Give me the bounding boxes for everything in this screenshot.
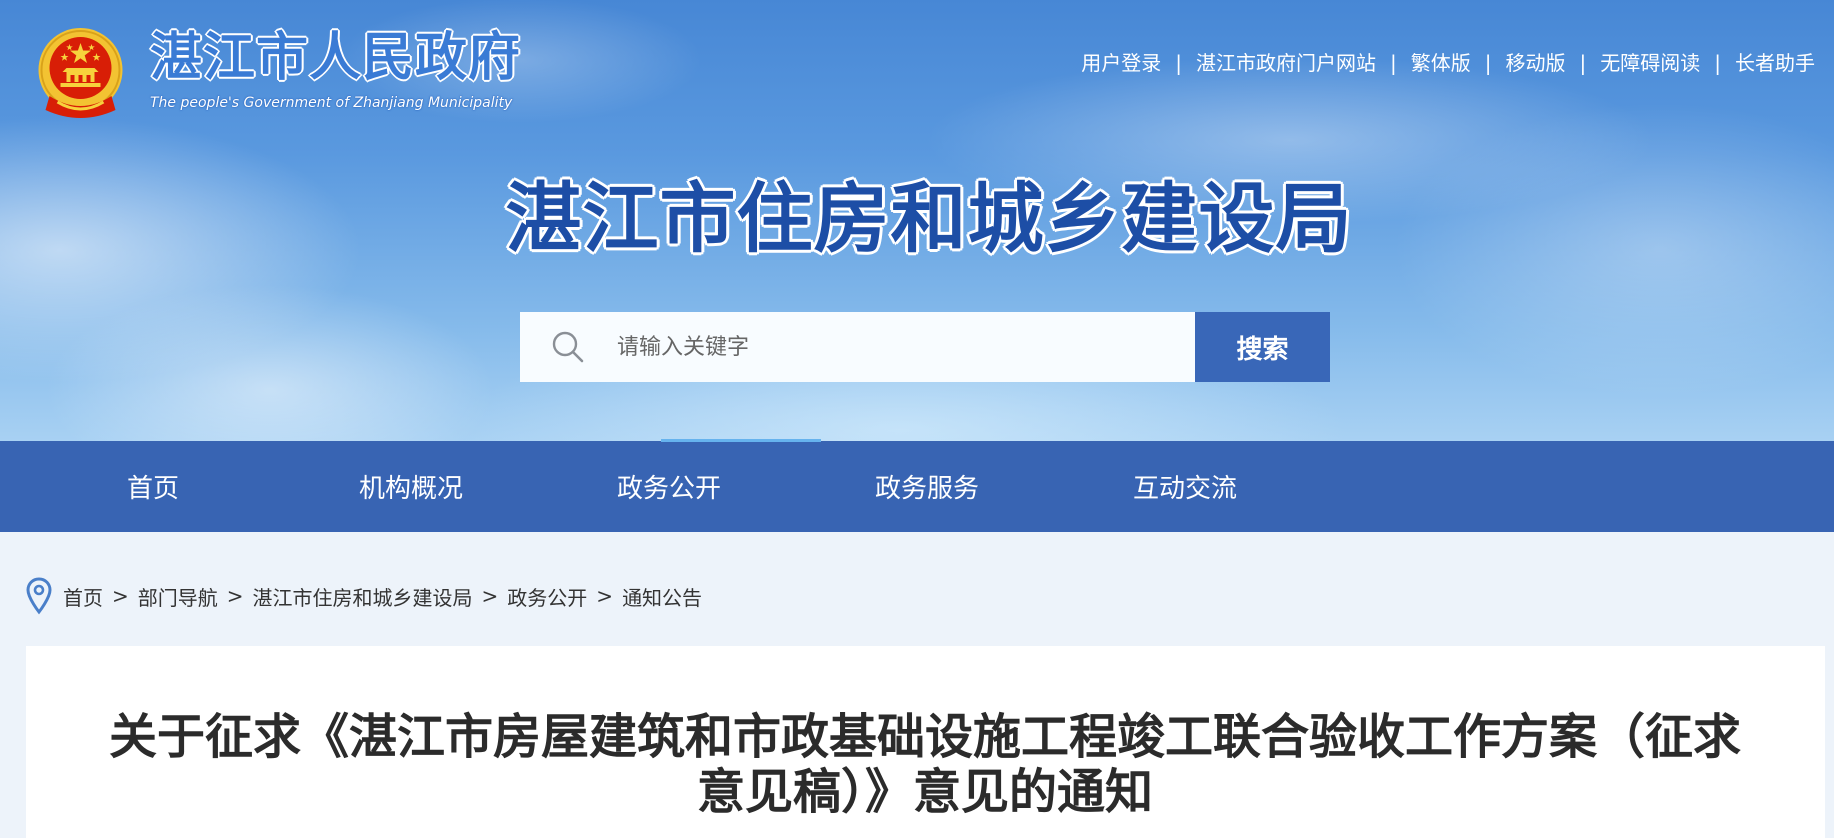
- login-link[interactable]: 用户登录: [1081, 50, 1161, 76]
- search-icon: [552, 331, 584, 363]
- national-emblem-icon[interactable]: [35, 26, 126, 121]
- link-separator: |: [1390, 51, 1397, 75]
- traditional-chinese-link[interactable]: 繁体版: [1411, 50, 1471, 76]
- article-title: 关于征求《湛江市房屋建筑和市政基础设施工程竣工联合验收工作方案（征求意见稿）》意…: [108, 709, 1741, 820]
- nav-item-interaction[interactable]: 互动交流: [1056, 441, 1314, 532]
- content-panel: 关于征求《湛江市房屋建筑和市政基础设施工程竣工联合验收工作方案（征求意见稿）》意…: [26, 646, 1825, 838]
- location-pin-icon: [26, 577, 52, 615]
- city-portal-link[interactable]: 湛江市政府门户网站: [1196, 50, 1376, 76]
- nav-active-indicator: [661, 439, 821, 442]
- breadcrumb-notices[interactable]: 通知公告: [622, 582, 702, 611]
- link-separator: |: [1579, 51, 1587, 75]
- nav-item-home[interactable]: 首页: [24, 441, 282, 532]
- breadcrumb: 首页 > 部门导航 > 湛江市住房和城乡建设局 > 政务公开 > 通知公告: [26, 577, 702, 615]
- search-box: [520, 312, 1195, 382]
- breadcrumb-separator: >: [226, 584, 244, 608]
- nav-item-organization[interactable]: 机构概况: [282, 441, 540, 532]
- breadcrumb-government-affairs[interactable]: 政务公开: [507, 582, 587, 611]
- link-separator: |: [1484, 51, 1492, 75]
- accessibility-link[interactable]: 无障碍阅读: [1600, 50, 1700, 76]
- link-separator: |: [1175, 51, 1182, 75]
- breadcrumb-separator: >: [481, 584, 499, 608]
- nav-item-services[interactable]: 政务服务: [798, 441, 1056, 532]
- government-name[interactable]: 湛江市人民政府: [150, 28, 521, 88]
- main-nav: 首页 机构概况 政务公开 政务服务 互动交流: [0, 441, 1834, 532]
- breadcrumb-separator: >: [596, 584, 614, 608]
- search-input[interactable]: [617, 312, 1177, 382]
- search-button[interactable]: 搜索: [1195, 312, 1330, 382]
- breadcrumb-housing-bureau[interactable]: 湛江市住房和城乡建设局: [253, 582, 473, 611]
- breadcrumb-separator: >: [112, 584, 129, 608]
- nav-item-government-affairs[interactable]: 政务公开: [540, 441, 798, 532]
- link-separator: |: [1714, 51, 1721, 75]
- breadcrumb-home[interactable]: 首页: [63, 582, 103, 611]
- top-links: 用户登录 | 湛江市政府门户网站 | 繁体版 | 移动版 | 无障碍阅读 | 长…: [1081, 50, 1815, 76]
- breadcrumb-department-nav[interactable]: 部门导航: [138, 582, 218, 611]
- mobile-version-link[interactable]: 移动版: [1506, 50, 1566, 76]
- site-title: 湛江市住房和城乡建设局: [505, 174, 1353, 263]
- site-header: 湛江市人民政府 The people's Government of Zhanj…: [0, 0, 1834, 441]
- elderly-assistant-link[interactable]: 长者助手: [1735, 50, 1815, 76]
- government-name-english: The people's Government of Zhanjiang Mun…: [150, 95, 513, 111]
